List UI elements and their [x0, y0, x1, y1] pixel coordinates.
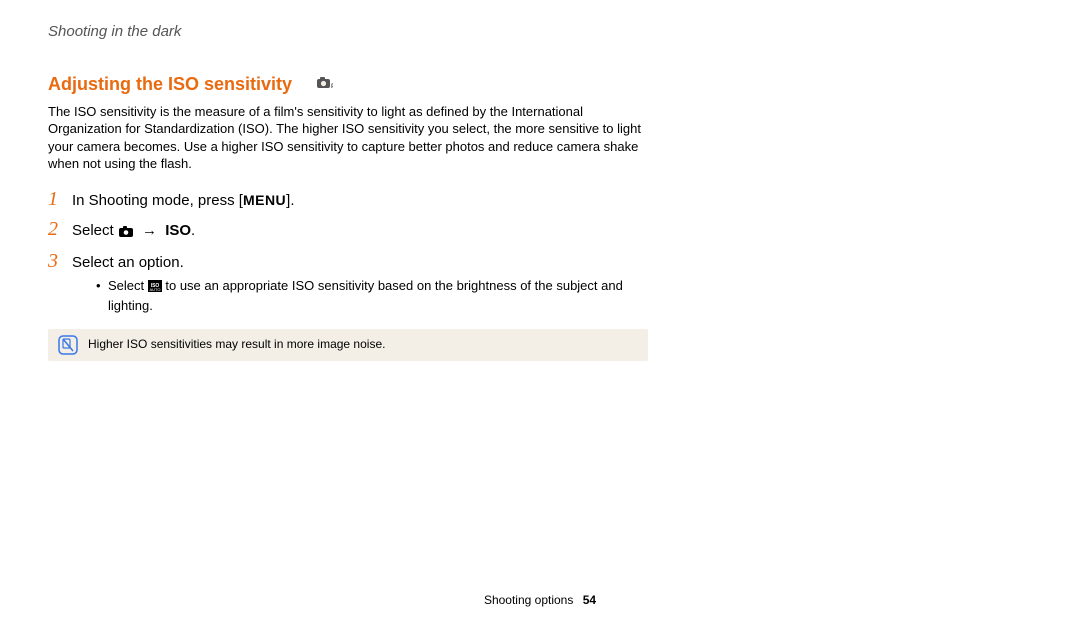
step-1: 1 In Shooting mode, press [MENU]. [48, 189, 648, 211]
svg-text:AUTO: AUTO [149, 287, 160, 292]
page-footer: Shooting options 54 [0, 592, 1080, 608]
intro-paragraph: The ISO sensitivity is the measure of a … [48, 103, 648, 173]
content-column: Adjusting the ISO sensitivity P The ISO … [48, 72, 648, 360]
page-number: 54 [583, 593, 596, 607]
step1-part-a: In Shooting mode, press [ [72, 192, 243, 209]
step-2: 2 Select → ISO. [48, 219, 648, 243]
step-text: In Shooting mode, press [MENU]. [72, 191, 295, 211]
note-icon [58, 335, 78, 355]
step2-part-a: Select [72, 222, 118, 239]
iso-label: ISO [165, 222, 191, 239]
section-heading: Adjusting the ISO sensitivity P [48, 72, 648, 96]
step2-part-b: . [191, 222, 195, 239]
sub-bullet-item: Select ISO AUTO to use an appropriate IS… [96, 277, 648, 314]
sub-bullet-list: Select ISO AUTO to use an appropriate IS… [96, 277, 648, 314]
steps-list: 1 In Shooting mode, press [MENU]. 2 Sele… [48, 189, 648, 315]
note-box: Higher ISO sensitivities may result in m… [48, 329, 648, 361]
step-number: 1 [48, 189, 72, 209]
breadcrumb: Shooting in the dark [48, 22, 1040, 42]
step-text: Select → ISO. [72, 221, 195, 243]
heading-text: Adjusting the ISO sensitivity [48, 74, 292, 94]
menu-label: MENU [243, 192, 286, 208]
step1-part-b: ]. [286, 192, 294, 209]
note-text: Higher ISO sensitivities may result in m… [88, 336, 385, 352]
step-3: 3 Select an option. Select ISO AUTO [48, 251, 648, 314]
footer-label: Shooting options [484, 593, 573, 607]
step-number: 3 [48, 251, 72, 271]
step3-text: Select an option. [72, 254, 184, 271]
iso-auto-icon: ISO AUTO [148, 279, 162, 297]
camera-mode-p-icon: P [311, 72, 333, 96]
camera-icon [118, 223, 134, 243]
arrow-icon: → [138, 222, 161, 239]
sub-part-b: to use an appropriate ISO sensitivity ba… [108, 278, 623, 313]
sub-part-a: Select [108, 278, 148, 293]
svg-text:P: P [331, 84, 333, 90]
step-number: 2 [48, 219, 72, 239]
step-text: Select an option. Select ISO AUTO [72, 253, 648, 314]
